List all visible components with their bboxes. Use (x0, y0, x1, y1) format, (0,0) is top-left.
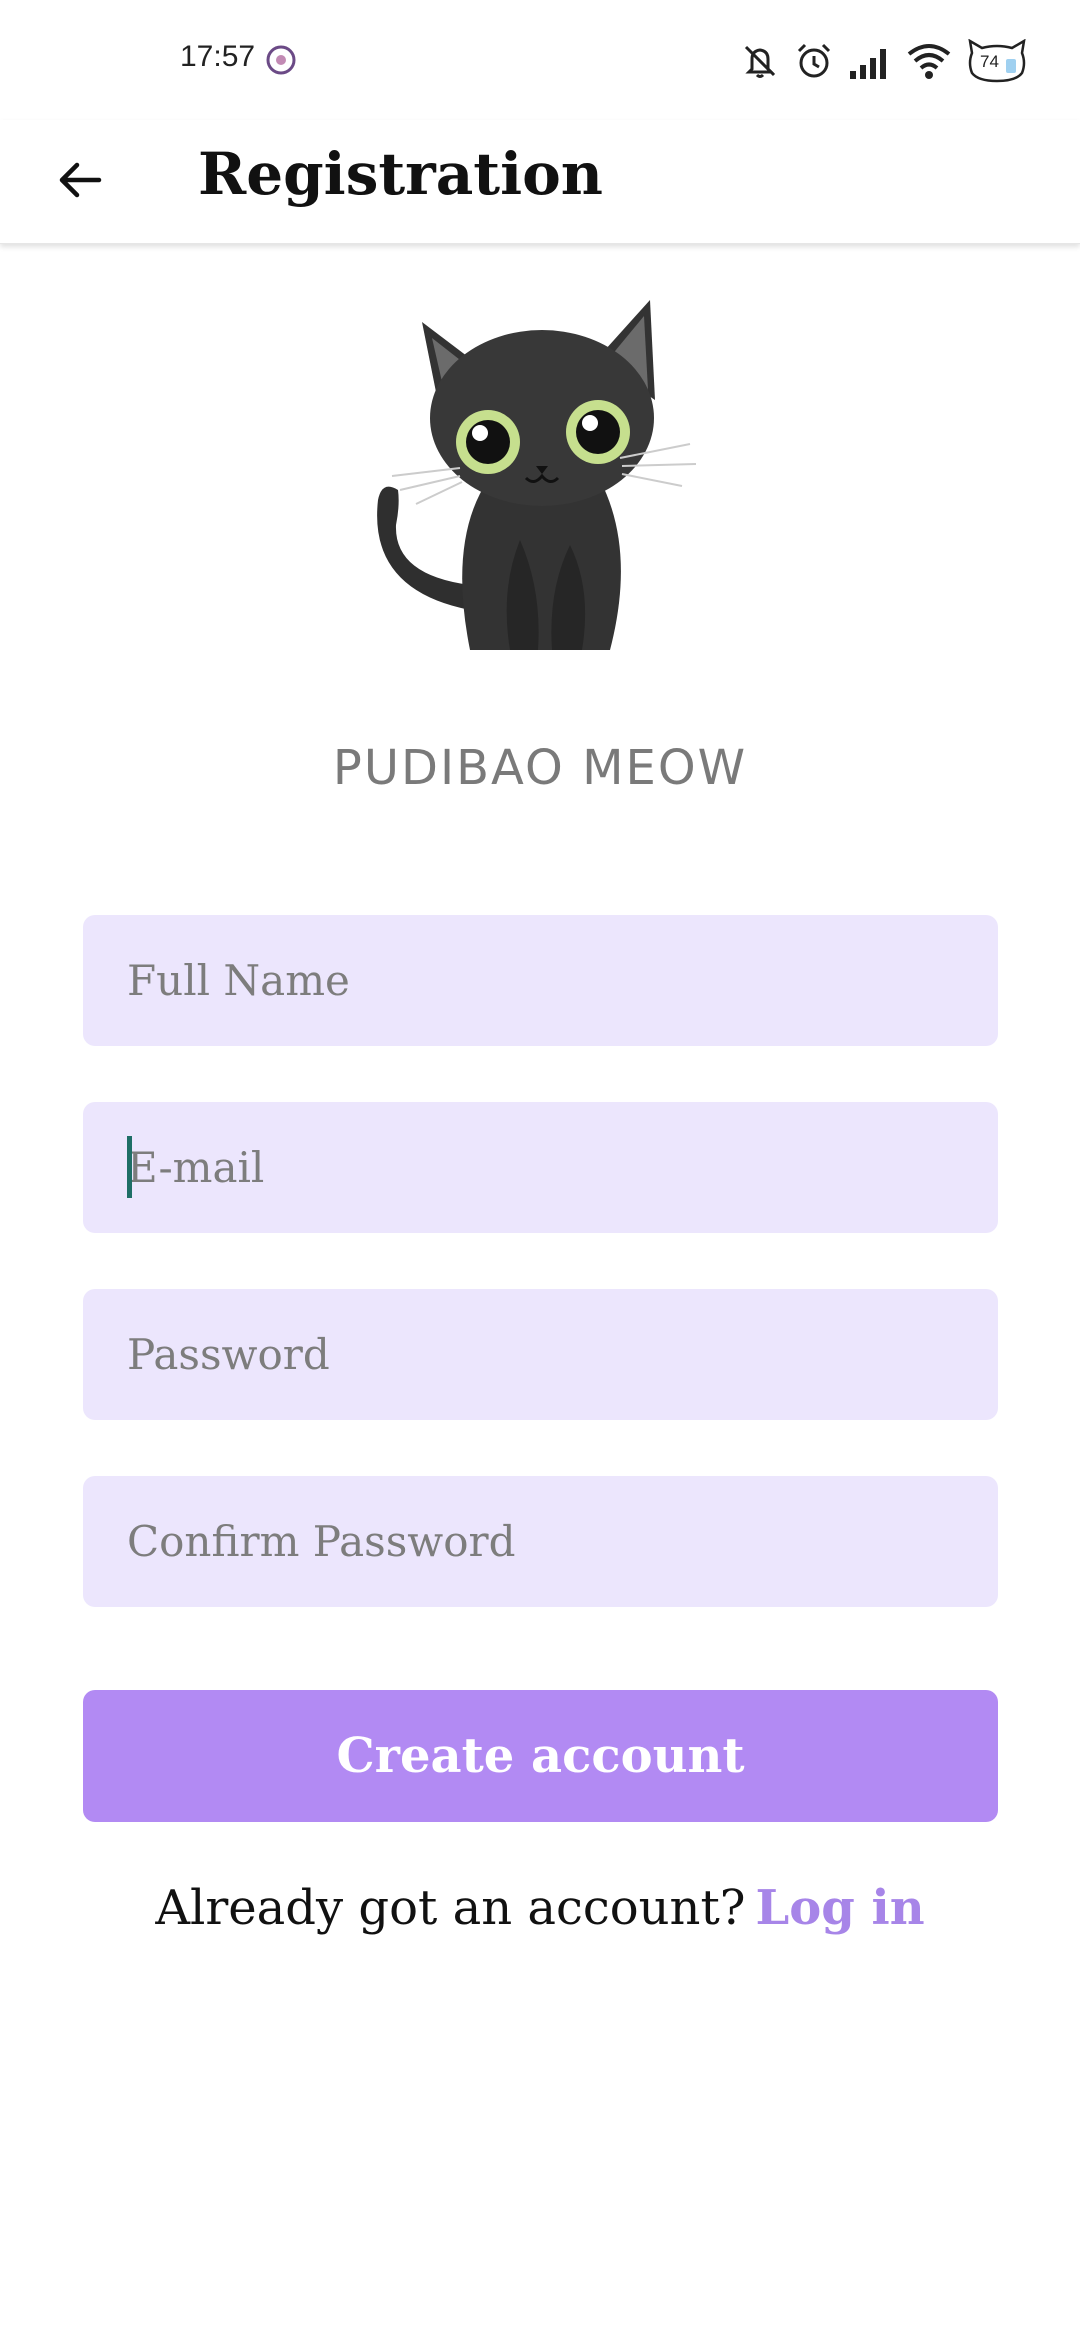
status-time: 17:57 (180, 40, 256, 73)
status-bar: 17:57 74 (0, 0, 1080, 120)
email-input[interactable] (83, 1102, 998, 1233)
page-title: Registration (198, 140, 603, 208)
full-name-input[interactable] (83, 915, 998, 1046)
app-notification-icon (265, 44, 297, 76)
brand-name: PUDIBAO MEOW (332, 740, 748, 796)
wifi-icon (906, 41, 952, 81)
confirm-password-field[interactable] (83, 1476, 998, 1607)
status-icons: 74 (740, 34, 1028, 88)
login-prompt: Already got an account? Log in (0, 1880, 1080, 1936)
login-link[interactable]: Log in (756, 1880, 925, 1936)
email-field[interactable] (83, 1102, 998, 1233)
login-prompt-text: Already got an account? (155, 1880, 746, 1936)
cat-logo (360, 290, 720, 650)
confirm-password-input[interactable] (83, 1476, 998, 1607)
password-input[interactable] (83, 1289, 998, 1420)
arrow-left-icon (55, 155, 105, 209)
mute-icon (740, 41, 780, 81)
app-bar: Registration (0, 120, 1080, 244)
text-cursor (127, 1136, 132, 1198)
back-button[interactable] (40, 142, 120, 222)
battery-icon: 74 (966, 39, 1028, 83)
create-account-button[interactable]: Create account (83, 1690, 998, 1822)
password-field[interactable] (83, 1289, 998, 1420)
battery-level: 74 (980, 52, 999, 71)
alarm-icon (794, 41, 834, 81)
signal-icon (848, 41, 892, 81)
full-name-field[interactable] (83, 915, 998, 1046)
